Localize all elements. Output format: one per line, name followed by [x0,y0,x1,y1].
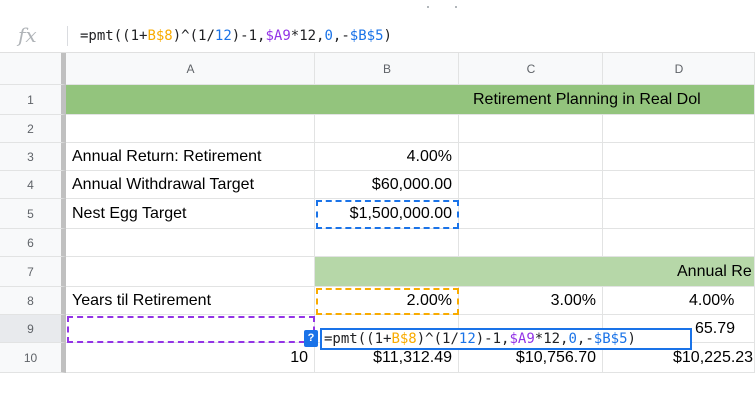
cell-d5[interactable] [603,199,755,229]
row-header-7[interactable]: 7 [0,257,66,287]
top-strip [0,0,755,20]
cell-a2[interactable] [66,115,315,143]
formula-bar-segment: ,- [332,28,350,44]
cell-a3[interactable]: Annual Return: Retirement [66,143,315,171]
cell-a8[interactable]: Years til Retirement [66,287,315,315]
formula-bar-segment: B$8 [147,28,173,44]
cell-d3[interactable] [603,143,755,171]
formula-bar-segment: =pmt((1+ [80,28,148,44]
row-8: 8 Years til Retirement 2.00% 3.00% 4.00% [0,287,755,315]
editor-segment: 0 [568,331,577,347]
cell-a5[interactable]: Nest Egg Target [66,199,315,229]
cell-c4[interactable] [459,171,603,199]
formula-bar-segment: *12, [290,28,325,44]
column-header-a[interactable]: A [66,53,315,85]
formula-bar-segment: 12 [214,28,232,44]
column-header-row: A B C D [0,53,755,85]
editor-segment: $A9 [509,331,535,347]
row-2: 2 [0,115,755,143]
editor-segment: )-1, [475,331,510,347]
row-3: 3 Annual Return: Retirement 4.00% [0,143,755,171]
row-header-8[interactable]: 8 [0,287,66,315]
formula-bar-segment: )-1, [231,28,266,44]
editor-segment: 12 [458,331,476,347]
cell-b8[interactable]: 2.00% [315,287,459,315]
row-6: 6 [0,229,755,257]
cell-b3[interactable]: 4.00% [315,143,459,171]
column-header-b[interactable]: B [315,53,459,85]
formula-input[interactable]: =pmt((1+B$8)^(1/12)-1,$A9*12,0,-$B$5) [80,28,392,44]
row-header-9[interactable]: 9 [0,315,66,343]
editor-segment: B$8 [391,331,417,347]
cell-c5[interactable] [459,199,603,229]
cell-a7[interactable] [66,257,315,287]
formula-bar-segment: $A9 [265,28,291,44]
dot-indicator [427,6,429,8]
cell-c8[interactable]: 3.00% [459,287,603,315]
row-7: 7 Annual Re [0,257,755,287]
formula-bar-segment: 0 [324,28,333,44]
editor-segment: ) [627,331,636,347]
editor-segment: ,- [576,331,594,347]
editor-segment: =pmt((1+ [324,331,392,347]
section-merged-cell[interactable]: Annual Re [315,257,755,287]
row-header-4[interactable]: 4 [0,171,66,199]
formula-bar-segment: )^(1/ [172,28,215,44]
formula-bar[interactable]: fx =pmt((1+B$8)^(1/12)-1,$A9*12,0,-$B$5) [0,20,755,53]
column-header-c[interactable]: C [459,53,603,85]
formula-help-button[interactable]: ? [304,330,318,347]
row-header-6[interactable]: 6 [0,229,66,257]
row-1: 1 Retirement Planning in Real Dol [0,85,755,115]
cell-b5[interactable]: $1,500,000.00 [315,199,459,229]
row-header-10[interactable]: 10 [0,343,66,373]
cell-b6[interactable] [315,229,459,257]
title-merged-cell[interactable]: Retirement Planning in Real Dol [66,85,755,115]
row-header-1[interactable]: 1 [0,85,66,115]
select-all-corner[interactable] [0,53,66,85]
editor-segment: )^(1/ [416,331,459,347]
editor-segment: *12, [534,331,569,347]
cell-d2[interactable] [603,115,755,143]
row-5: 5 Nest Egg Target $1,500,000.00 [0,199,755,229]
formula-bar-segment: ) [383,28,392,44]
cell-formula-editor[interactable]: =pmt((1+B$8)^(1/12)-1,$A9*12,0,-$B$5) [320,328,692,350]
cell-c6[interactable] [459,229,603,257]
cell-d8[interactable]: 4.00% [603,287,755,315]
cell-a10[interactable]: 10 [66,343,315,373]
row-header-5[interactable]: 5 [0,199,66,229]
cell-b4[interactable]: $60,000.00 [315,171,459,199]
cell-a6[interactable] [66,229,315,257]
cell-c2[interactable] [459,115,603,143]
cell-b2[interactable] [315,115,459,143]
cell-a9[interactable] [66,315,315,343]
formula-bar-segment: $B$5 [349,28,384,44]
row-header-2[interactable]: 2 [0,115,66,143]
row-4: 4 Annual Withdrawal Target $60,000.00 [0,171,755,199]
cell-a4[interactable]: Annual Withdrawal Target [66,171,315,199]
cell-d4[interactable] [603,171,755,199]
row-header-3[interactable]: 3 [0,143,66,171]
cell-c3[interactable] [459,143,603,171]
fx-icon: fx [18,23,37,47]
cell-d6[interactable] [603,229,755,257]
column-header-d[interactable]: D [603,53,755,85]
dot-indicator [455,6,457,8]
formula-bar-divider [67,26,68,46]
editor-segment: $B$5 [593,331,628,347]
